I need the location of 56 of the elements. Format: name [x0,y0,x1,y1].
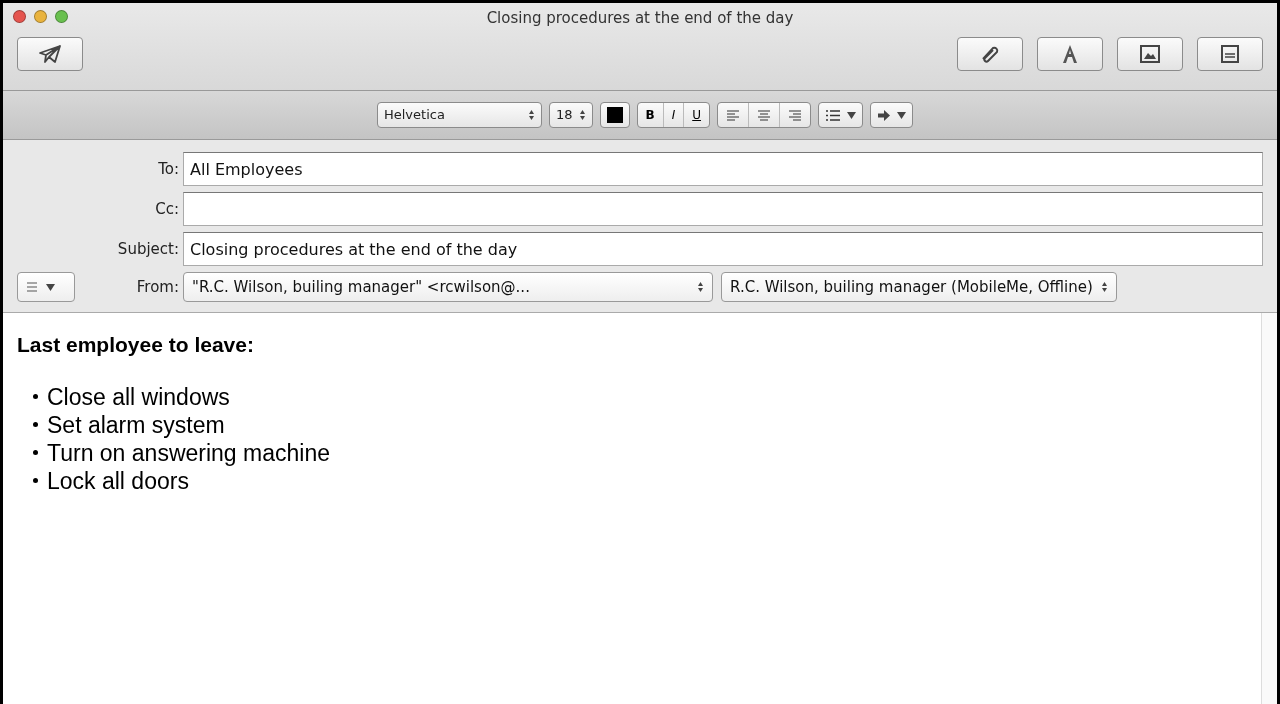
letter-a-icon [1060,44,1080,64]
input-field[interactable]: Closing procedures at the end of the day [183,232,1263,266]
underline-button[interactable]: U [684,103,709,127]
stepper-icon [1100,281,1108,293]
stationery-button[interactable] [1197,37,1263,71]
align-center-icon [757,108,771,122]
stepper-icon [578,109,586,121]
caret-icon [897,111,906,119]
zoom-button[interactable] [55,10,68,23]
caret-icon [46,283,55,291]
minimize-button[interactable] [34,10,47,23]
send-button[interactable] [17,37,83,71]
bullet-icon [33,450,38,455]
close-button[interactable] [13,10,26,23]
scrollbar[interactable] [1261,313,1277,704]
indent-button[interactable] [870,102,913,128]
arrow-right-icon [877,109,891,121]
menu-icon [26,282,38,292]
input-field[interactable]: All Employees [183,152,1263,186]
photo-browser-button[interactable] [1117,37,1183,71]
color-swatch [606,107,623,123]
fonts-button[interactable] [1037,37,1103,71]
size-select[interactable]: 18 [548,102,593,128]
color-button[interactable] [599,102,630,128]
caret-icon [847,111,856,119]
list-button[interactable] [818,102,863,128]
field-label: Cc: [154,198,179,220]
align-left-icon [726,108,740,122]
field-label: Subject: [116,238,179,260]
bold-button[interactable]: B [637,103,664,127]
list-icon [825,108,841,122]
font-select[interactable]: Helvetica [376,102,542,128]
paperclip-icon [979,44,1001,64]
input-field[interactable] [183,192,1263,226]
align-right-icon [788,108,802,122]
from-address-select[interactable]: "R.C. Wilson, builing manager" <rcwilson@... [183,272,713,302]
field-label: From: [135,276,179,298]
bullet-icon [33,478,38,483]
paper-plane-icon [38,44,62,64]
stepper-icon [697,281,704,293]
template-icon [1219,44,1241,64]
attach-button[interactable] [957,37,1023,71]
list-item: Turn on answering machine [47,438,330,467]
stepper-icon [527,109,535,121]
list-item: Close all windows [47,382,230,411]
list-item: Set alarm system [47,410,225,439]
italic-button[interactable]: I [663,103,685,127]
image-icon [1139,44,1161,64]
body-heading: Last employee to leave: [17,332,255,358]
bullet-icon [33,422,38,427]
header-options-button[interactable] [17,272,75,302]
bullet-icon [33,394,38,399]
window-title: Closing procedures at the end of the day [486,7,794,29]
list-item: Lock all doors [47,466,189,495]
account-select[interactable]: R.C. Wilson, builing manager (MobileMe, Offline) [721,272,1117,302]
field-label: To: [157,158,179,180]
